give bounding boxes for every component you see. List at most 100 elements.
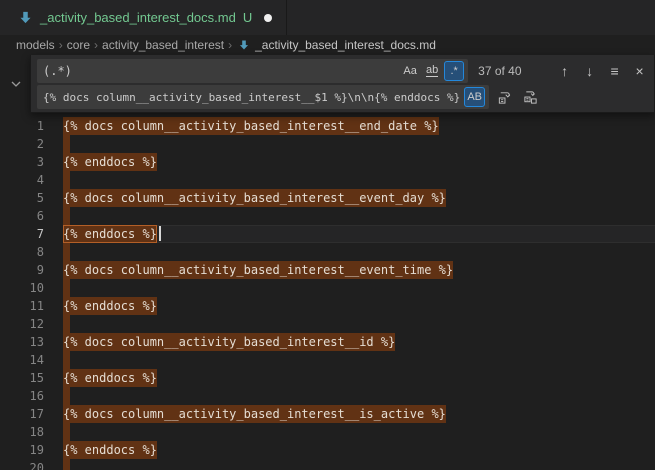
editor-line[interactable]: 13 {% docs column__activity_based_intere… bbox=[0, 333, 655, 351]
line-content[interactable] bbox=[63, 135, 655, 153]
find-match-highlight: {% docs column__activity_based_interest_… bbox=[63, 261, 453, 279]
line-number[interactable]: 2 bbox=[0, 135, 44, 153]
line-content[interactable]: {% docs column__activity_based_interest_… bbox=[63, 117, 655, 135]
editor-line[interactable]: 15 {% enddocs %} bbox=[0, 369, 655, 387]
line-content[interactable]: {% docs column__activity_based_interest_… bbox=[63, 261, 655, 279]
arrow-up-icon: ↑ bbox=[561, 63, 568, 79]
replace-input[interactable]: {% docs column__activity_based_interest_… bbox=[37, 85, 489, 109]
editor-line[interactable]: 6 bbox=[0, 207, 655, 225]
line-content[interactable] bbox=[63, 387, 655, 405]
replace-all-button[interactable] bbox=[519, 86, 541, 108]
editor-line[interactable]: 17 {% docs column__activity_based_intere… bbox=[0, 405, 655, 423]
editor-line[interactable]: 8 bbox=[0, 243, 655, 261]
breadcrumb-item-models[interactable]: models bbox=[16, 38, 55, 52]
line-number[interactable]: 6 bbox=[0, 207, 44, 225]
line-number[interactable]: 12 bbox=[0, 315, 44, 333]
editor-line[interactable]: 20 bbox=[0, 459, 655, 470]
editor-line[interactable]: 11 {% enddocs %} bbox=[0, 297, 655, 315]
find-replace-widget: (.*) Aa ab .* 37 of 40 ↑ ↓ ≡ × {% docs c… bbox=[30, 55, 655, 113]
line-number[interactable]: 5 bbox=[0, 189, 44, 207]
line-number[interactable]: 19 bbox=[0, 441, 44, 459]
line-number[interactable]: 7 bbox=[0, 225, 44, 243]
match-case-toggle[interactable]: Aa bbox=[400, 61, 420, 81]
regex-toggle[interactable]: .* bbox=[444, 61, 464, 81]
find-match-highlight bbox=[63, 351, 70, 369]
editor-lines: 1 {% docs column__activity_based_interes… bbox=[0, 117, 655, 470]
find-input[interactable]: (.*) Aa ab .* bbox=[37, 59, 468, 83]
editor-line[interactable]: 16 bbox=[0, 387, 655, 405]
find-match-highlight: {% docs column__activity_based_interest_… bbox=[63, 405, 446, 423]
tab-bar: _activity_based_interest_docs.md U bbox=[0, 0, 655, 35]
unsaved-dot-icon[interactable] bbox=[264, 14, 272, 22]
line-number[interactable]: 20 bbox=[0, 459, 44, 470]
line-content[interactable] bbox=[63, 423, 655, 441]
line-number[interactable]: 14 bbox=[0, 351, 44, 369]
close-find-button[interactable]: × bbox=[629, 60, 650, 82]
editor-line[interactable]: 7 {% enddocs %} bbox=[0, 225, 655, 243]
preserve-case-toggle[interactable]: AB bbox=[464, 87, 485, 107]
find-match-highlight bbox=[63, 387, 70, 405]
next-match-button[interactable]: ↓ bbox=[579, 60, 600, 82]
breadcrumb-item-file[interactable]: _activity_based_interest_docs.md bbox=[255, 38, 436, 52]
line-number[interactable]: 10 bbox=[0, 279, 44, 297]
editor-line[interactable]: 19 {% enddocs %} bbox=[0, 441, 655, 459]
find-match-highlight bbox=[63, 171, 70, 189]
replace-button[interactable] bbox=[493, 86, 515, 108]
breadcrumb-item-core[interactable]: core bbox=[67, 38, 90, 52]
line-content[interactable]: {% docs column__activity_based_interest_… bbox=[63, 333, 655, 351]
previous-match-button[interactable]: ↑ bbox=[554, 60, 575, 82]
tab-filename: _activity_based_interest_docs.md bbox=[40, 10, 236, 25]
tab-active-file[interactable]: _activity_based_interest_docs.md U bbox=[0, 0, 287, 35]
line-content[interactable]: {% docs column__activity_based_interest_… bbox=[63, 405, 655, 423]
editor-line[interactable]: 2 bbox=[0, 135, 655, 153]
line-content[interactable] bbox=[63, 315, 655, 333]
find-match-highlight bbox=[63, 207, 70, 225]
line-number[interactable]: 1 bbox=[0, 117, 44, 135]
line-number[interactable]: 8 bbox=[0, 243, 44, 261]
line-content[interactable] bbox=[63, 351, 655, 369]
line-number[interactable]: 13 bbox=[0, 333, 44, 351]
editor-line[interactable]: 5 {% docs column__activity_based_interes… bbox=[0, 189, 655, 207]
line-content[interactable]: {% enddocs %} bbox=[63, 153, 655, 171]
line-content[interactable] bbox=[63, 171, 655, 189]
line-number[interactable]: 18 bbox=[0, 423, 44, 441]
text-cursor bbox=[159, 226, 161, 241]
replace-all-icon bbox=[523, 90, 538, 105]
editor-line[interactable]: 10 bbox=[0, 279, 655, 297]
line-content[interactable]: {% enddocs %} bbox=[63, 441, 655, 459]
find-row: (.*) Aa ab .* 37 of 40 ↑ ↓ ≡ × bbox=[37, 59, 650, 83]
replace-icon bbox=[497, 90, 512, 105]
replace-row: {% docs column__activity_based_interest_… bbox=[37, 85, 650, 109]
editor-line[interactable]: 14 bbox=[0, 351, 655, 369]
line-content[interactable] bbox=[63, 243, 655, 261]
breadcrumb-separator: › bbox=[94, 38, 98, 52]
line-number[interactable]: 11 bbox=[0, 297, 44, 315]
find-in-selection-button[interactable]: ≡ bbox=[604, 60, 625, 82]
line-content[interactable]: {% docs column__activity_based_interest_… bbox=[63, 189, 655, 207]
replace-value: {% docs column__activity_based_interest_… bbox=[43, 91, 462, 104]
editor-line[interactable]: 12 bbox=[0, 315, 655, 333]
editor-line[interactable]: 4 bbox=[0, 171, 655, 189]
breadcrumb-separator: › bbox=[59, 38, 63, 52]
line-content[interactable]: {% enddocs %} bbox=[63, 369, 655, 387]
editor-line[interactable]: 1 {% docs column__activity_based_interes… bbox=[0, 117, 655, 135]
line-content[interactable] bbox=[63, 459, 655, 470]
line-number[interactable]: 17 bbox=[0, 405, 44, 423]
editor-pane[interactable]: (.*) Aa ab .* 37 of 40 ↑ ↓ ≡ × {% docs c… bbox=[0, 55, 655, 470]
line-content[interactable]: {% enddocs %} bbox=[63, 297, 655, 315]
line-number[interactable]: 16 bbox=[0, 387, 44, 405]
line-content[interactable] bbox=[63, 207, 655, 225]
editor-line[interactable]: 3 {% enddocs %} bbox=[0, 153, 655, 171]
arrow-down-icon: ↓ bbox=[586, 63, 593, 79]
line-number[interactable]: 15 bbox=[0, 369, 44, 387]
breadcrumb-item-activity-based-interest[interactable]: activity_based_interest bbox=[102, 38, 224, 52]
line-number[interactable]: 9 bbox=[0, 261, 44, 279]
line-content[interactable] bbox=[63, 279, 655, 297]
editor-line[interactable]: 9 {% docs column__activity_based_interes… bbox=[0, 261, 655, 279]
editor-line[interactable]: 18 bbox=[0, 423, 655, 441]
whole-word-toggle[interactable]: ab bbox=[422, 61, 442, 81]
toggle-replace-button[interactable] bbox=[7, 75, 25, 93]
line-content[interactable]: {% enddocs %} bbox=[63, 225, 655, 243]
line-number[interactable]: 4 bbox=[0, 171, 44, 189]
line-number[interactable]: 3 bbox=[0, 153, 44, 171]
